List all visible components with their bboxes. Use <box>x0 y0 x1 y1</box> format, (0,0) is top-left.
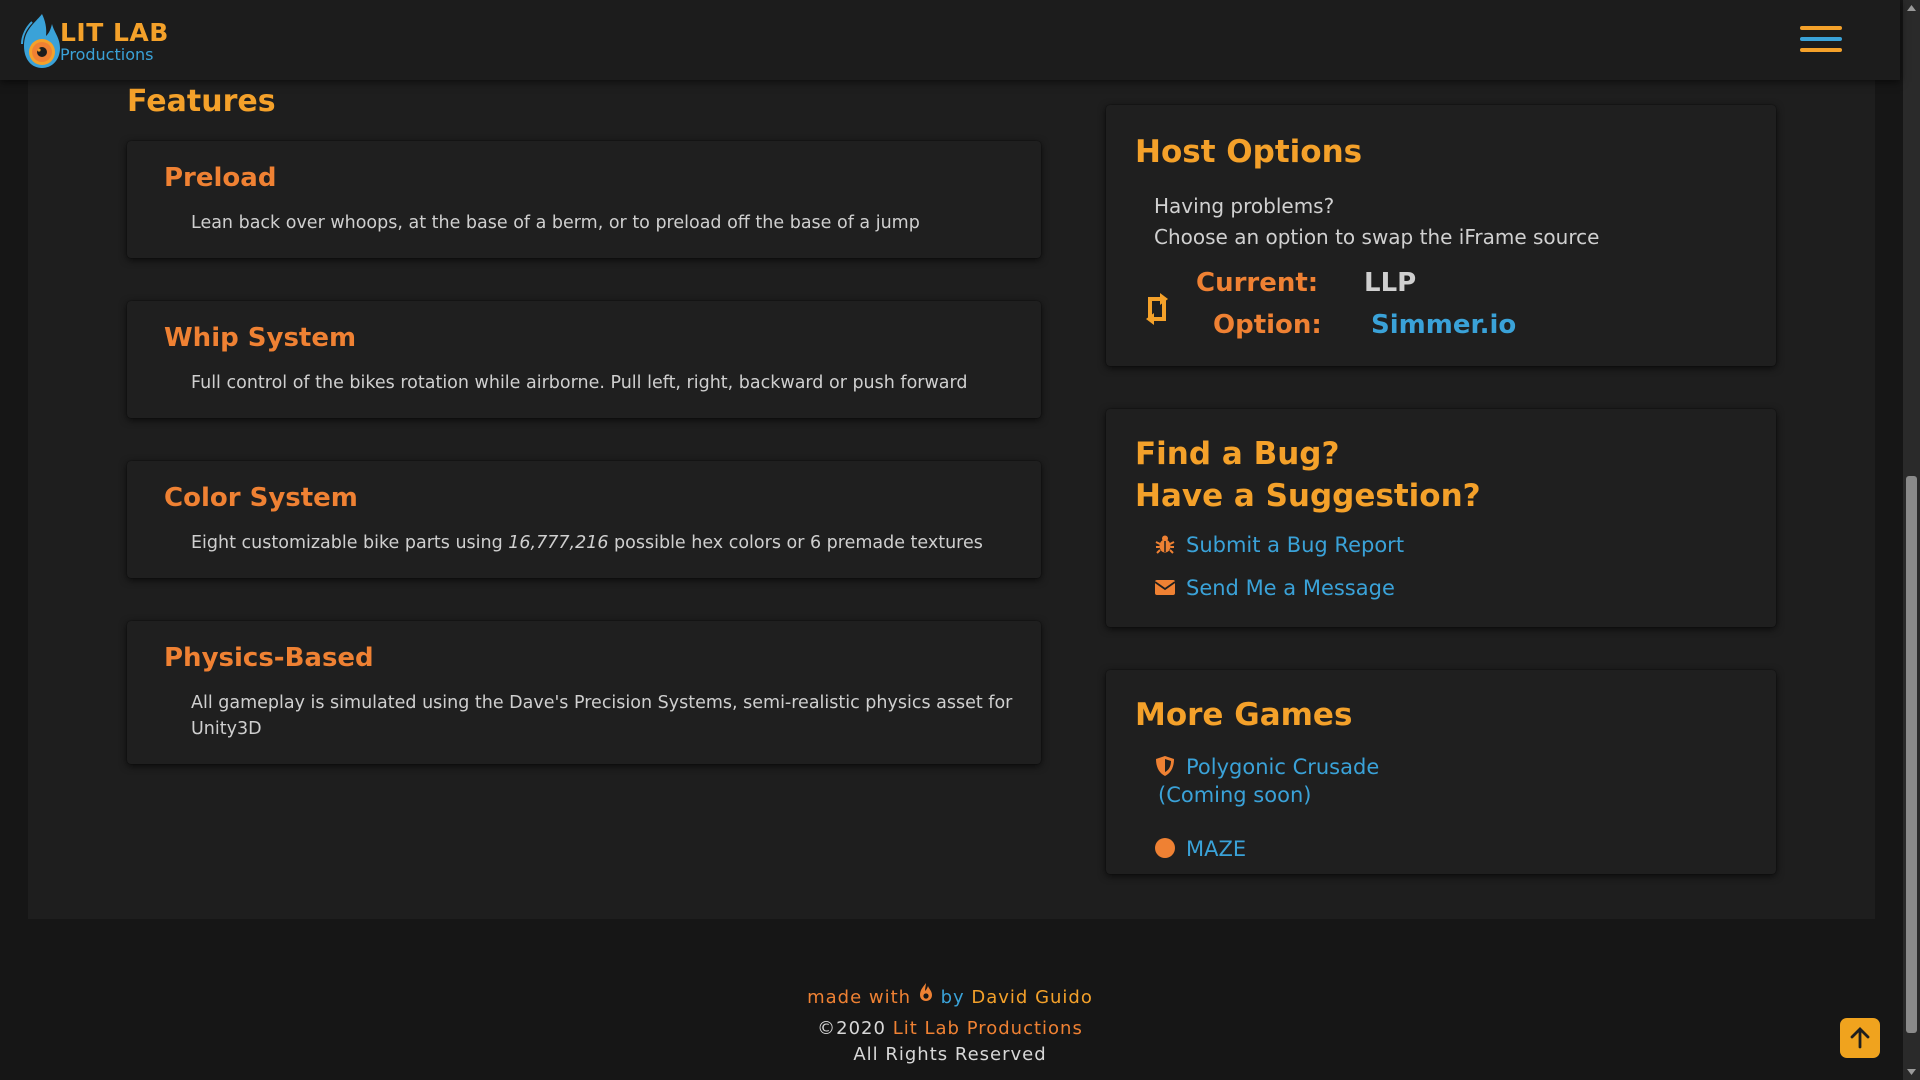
by-text: by <box>940 987 965 1008</box>
main-panel: Features Preload Lean back over whoops, … <box>28 80 1875 919</box>
link-label: Send Me a Message <box>1186 576 1395 600</box>
feature-card-physics-based: Physics-Based All gameplay is simulated … <box>127 621 1041 764</box>
color-count: 16,777,216 <box>508 533 609 553</box>
game-title: Polygonic Crusade <box>1186 755 1380 779</box>
description-text: possible hex colors or 6 premade texture… <box>608 533 983 553</box>
features-heading: Features <box>127 84 276 119</box>
feature-description: Eight customizable bike parts using 16,7… <box>191 530 1021 556</box>
game-title: MAZE <box>1186 837 1247 861</box>
scrollbar-thumb[interactable] <box>1906 476 1917 1033</box>
author-link[interactable]: David Guido <box>971 987 1093 1008</box>
bug-heading: Find a Bug? Have a Suggestion? <box>1135 433 1481 517</box>
swap-icon[interactable] <box>1142 289 1172 329</box>
polygonic-crusade-link[interactable]: Polygonic Crusade (Coming soon) <box>1154 753 1379 809</box>
host-instruction-text: Choose an option to swap the iFrame sour… <box>1154 225 1600 249</box>
shield-icon <box>1156 756 1174 776</box>
send-message-link[interactable]: Send Me a Message <box>1154 576 1395 600</box>
top-navbar: LIT LAB Productions <box>0 0 1900 80</box>
more-games-heading: More Games <box>1135 697 1353 733</box>
hamburger-menu-button[interactable] <box>1800 26 1842 56</box>
option-host-link[interactable]: Simmer.io <box>1371 310 1516 340</box>
scroll-up-arrow-icon[interactable] <box>1906 3 1917 13</box>
logo-subtitle: Productions <box>60 45 154 64</box>
hamburger-line <box>1800 48 1842 52</box>
rights-text: All Rights Reserved <box>853 1044 1047 1065</box>
hamburger-line <box>1800 37 1842 41</box>
company-link[interactable]: Lit Lab Productions <box>893 1018 1083 1039</box>
host-options-card: Host Options Having problems? Choose an … <box>1106 105 1776 366</box>
arrow-up-icon <box>1850 1027 1870 1049</box>
feature-card-preload: Preload Lean back over whoops, at the ba… <box>127 141 1041 258</box>
feature-title: Physics-Based <box>164 643 374 673</box>
hamburger-line <box>1800 26 1842 30</box>
made-with-text: made with <box>807 987 912 1008</box>
copyright-text: ©2020 <box>817 1018 886 1039</box>
site-logo[interactable]: LIT LAB Productions <box>0 0 170 80</box>
host-options-heading: Host Options <box>1135 134 1363 170</box>
back-to-top-button[interactable] <box>1840 1018 1880 1058</box>
feature-title: Color System <box>164 483 358 513</box>
envelope-icon <box>1154 580 1176 595</box>
feature-description: Full control of the bikes rotation while… <box>191 373 968 393</box>
current-host-label: Current: <box>1196 268 1319 298</box>
current-host-value: LLP <box>1364 268 1417 298</box>
feature-card-color-system: Color System Eight customizable bike par… <box>127 461 1041 578</box>
flame-icon <box>919 983 932 1001</box>
game-status: (Coming soon) <box>1158 783 1312 807</box>
feature-card-whip-system: Whip System Full control of the bikes ro… <box>127 301 1041 418</box>
suggestion-heading-line: Have a Suggestion? <box>1135 478 1481 514</box>
description-text: Eight customizable bike parts using <box>191 533 509 553</box>
more-games-card: More Games Polygonic Crusade (Coming soo… <box>1106 670 1776 874</box>
submit-bug-report-link[interactable]: Submit a Bug Report <box>1154 533 1404 557</box>
bug-icon <box>1155 535 1175 554</box>
circle-icon <box>1155 838 1175 858</box>
feature-description: Lean back over whoops, at the base of a … <box>191 213 920 233</box>
feature-title: Whip System <box>164 323 357 353</box>
maze-game-link[interactable]: MAZE <box>1154 837 1246 861</box>
host-problem-text: Having problems? <box>1154 194 1335 218</box>
feature-title: Preload <box>164 163 277 193</box>
copyright-line: ©2020 Lit Lab Productions <box>0 1018 1900 1039</box>
logo-title: LIT LAB <box>60 18 169 47</box>
scroll-down-arrow-icon[interactable] <box>1906 1067 1917 1077</box>
host-description: Having problems? Choose an option to swa… <box>1154 191 1599 253</box>
made-with-line: made with by David Guido <box>0 982 1900 1008</box>
link-label: Submit a Bug Report <box>1186 533 1405 557</box>
option-host-label: Option: <box>1213 310 1322 340</box>
bug-report-card: Find a Bug? Have a Suggestion? Submit a … <box>1106 409 1776 627</box>
feature-description: All gameplay is simulated using the Dave… <box>191 693 1013 739</box>
bug-heading-line: Find a Bug? <box>1135 436 1340 472</box>
